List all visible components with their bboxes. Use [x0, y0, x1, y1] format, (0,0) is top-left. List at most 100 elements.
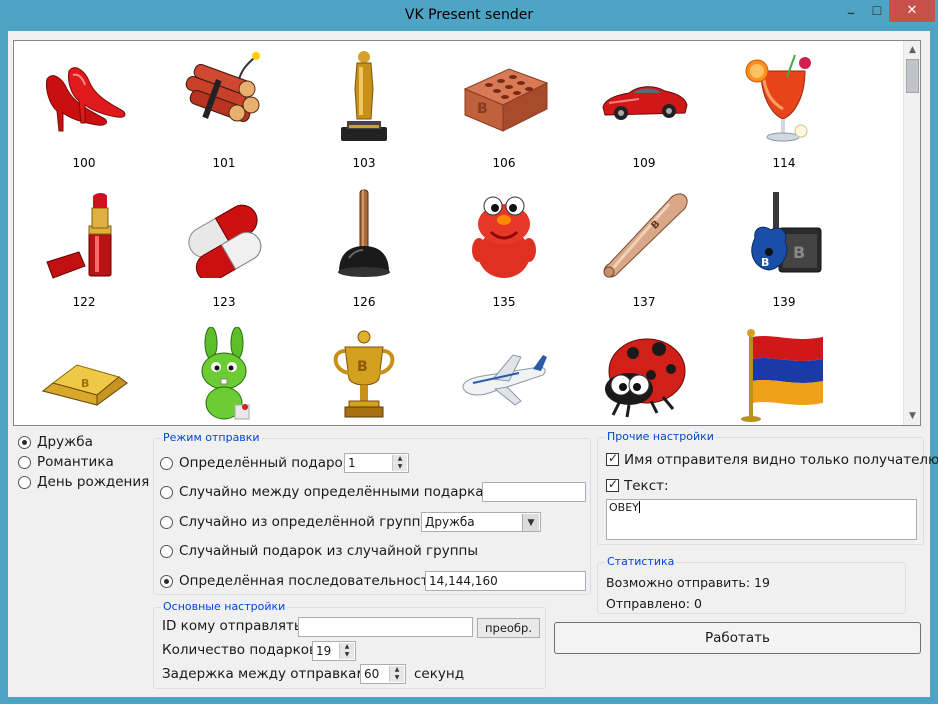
category-label: Дружба — [37, 434, 93, 450]
category-radio-birthday[interactable]: День рождения — [18, 473, 149, 491]
gift-item[interactable]: 122 — [34, 184, 134, 312]
spin-up-icon[interactable]: ▲ — [392, 455, 407, 463]
mode-label: Определённый подарок — [179, 455, 351, 471]
gift-item[interactable]: 103 — [314, 45, 414, 173]
delay-label: Задержка между отправками — [162, 666, 376, 682]
gift-id-label: 103 — [352, 156, 376, 170]
airplane-icon — [462, 354, 547, 406]
scroll-up-icon[interactable]: ▲ — [905, 42, 920, 58]
gift-count-label: Количество подарков — [162, 642, 317, 658]
spin-up-icon[interactable]: ▲ — [339, 643, 354, 651]
radio-button[interactable] — [160, 457, 173, 470]
recipient-id-input[interactable] — [298, 617, 473, 637]
green-bunny-icon — [201, 327, 250, 420]
red-heels-icon — [46, 67, 126, 132]
main-settings-legend: Основные настройки — [161, 600, 288, 613]
category-radio-romance[interactable]: Романтика — [18, 453, 138, 471]
maximize-button[interactable]: ☐ — [864, 0, 890, 22]
gift-count-stepper[interactable]: 19 ▲ ▼ — [312, 641, 356, 661]
scroll-thumb[interactable] — [906, 59, 919, 93]
radio-button[interactable] — [18, 456, 31, 469]
chevron-down-icon[interactable]: ▼ — [522, 514, 539, 531]
text-checkbox[interactable] — [606, 477, 619, 492]
maximize-icon: ☐ — [871, 4, 883, 18]
sent-stat: Отправлено: 0 — [606, 596, 702, 611]
spin-down-icon[interactable]: ▼ — [339, 651, 354, 659]
spin-buttons[interactable]: ▲ ▼ — [339, 643, 354, 659]
gold-cup-icon: B — [333, 330, 395, 418]
mode-specific-gift[interactable]: Определённый подарок — [160, 454, 351, 472]
gift-id-label: 122 — [72, 295, 96, 309]
gift-id-label: 109 — [632, 156, 656, 170]
armenian-flag-icon — [741, 329, 823, 422]
gift-item[interactable]: B — [34, 323, 134, 425]
delay-stepper[interactable]: 60 ▲ ▼ — [360, 664, 406, 684]
gift-id-label: 126 — [352, 295, 376, 309]
gift-item[interactable]: B 137 — [594, 184, 694, 312]
svg-text:B: B — [357, 359, 368, 375]
spin-up-icon[interactable]: ▲ — [389, 666, 404, 674]
mode-random-random-group[interactable]: Случайный подарок из случайной группы — [160, 542, 480, 560]
mode-sequence[interactable]: Определённая последовательность — [160, 572, 437, 590]
gift-item[interactable] — [594, 323, 694, 425]
spin-down-icon[interactable]: ▼ — [389, 674, 404, 682]
text-caret — [638, 501, 640, 513]
sender-visible-checkbox[interactable] — [606, 451, 619, 466]
gift-item[interactable] — [174, 323, 274, 425]
gift-item[interactable] — [734, 323, 834, 425]
sender-visible-label: Имя отправителя видно только получателю — [624, 452, 938, 468]
gift-list-scrollbar[interactable]: ▲ ▼ — [903, 41, 920, 425]
gift-list[interactable]: 100 101 103 B 106 109 114 122 123 126 13… — [13, 40, 921, 426]
radio-button[interactable] — [160, 516, 173, 529]
group-select[interactable]: Дружба ▼ — [421, 512, 541, 532]
convert-button[interactable]: преобр. — [477, 618, 540, 638]
dynamite-icon — [185, 52, 260, 122]
message-textarea[interactable]: OBEY — [606, 499, 917, 540]
gift-item[interactable]: 100 — [34, 45, 134, 173]
gift-item[interactable]: 109 — [594, 45, 694, 173]
pill-capsule-icon — [188, 204, 262, 278]
radio-button[interactable] — [18, 436, 31, 449]
gift-item[interactable]: 101 — [174, 45, 274, 173]
gift-number-stepper[interactable]: 1 ▲ ▼ — [344, 453, 409, 473]
gift-item[interactable] — [454, 323, 554, 425]
gift-id-label: 135 — [492, 295, 516, 309]
delay-unit-label: секунд — [414, 666, 465, 682]
gift-item[interactable]: 123 — [174, 184, 274, 312]
work-button[interactable]: Работать — [554, 622, 921, 654]
gift-item[interactable]: B B 139 — [734, 184, 834, 312]
mode-label: Случайный подарок из случайной группы — [179, 543, 479, 559]
spin-buttons[interactable]: ▲ ▼ — [389, 666, 404, 682]
sequence-input[interactable]: 14,144,160 — [425, 571, 586, 591]
mode-label: Случайно из определённой группы — [179, 514, 432, 530]
cocktail-icon — [745, 54, 811, 142]
ladybug-icon — [605, 338, 686, 418]
delay-value: 60 — [364, 667, 380, 681]
mode-label: Случайно между определёнными подарками — [179, 484, 503, 500]
radio-button[interactable] — [160, 575, 173, 588]
minimize-button[interactable]: _ — [838, 0, 864, 22]
spin-down-icon[interactable]: ▼ — [392, 463, 407, 471]
plunger-icon — [338, 189, 390, 277]
radio-button[interactable] — [160, 545, 173, 558]
gift-item[interactable]: 135 — [454, 184, 554, 312]
gold-bar-icon: B — [41, 364, 129, 406]
title-bar[interactable]: VK Present sender _ ☐ ✕ — [0, 0, 938, 32]
radio-button[interactable] — [160, 486, 173, 499]
gift-id-label: 114 — [772, 156, 796, 170]
close-icon: ✕ — [906, 3, 918, 18]
red-plush-monster-icon — [472, 196, 536, 278]
mode-random-from-group[interactable]: Случайно из определённой группы — [160, 513, 431, 531]
can-send-stat: Возможно отправить: 19 — [606, 575, 770, 590]
gift-item[interactable]: B 106 — [454, 45, 554, 173]
radio-button[interactable] — [18, 476, 31, 489]
gift-item[interactable]: 114 — [734, 45, 834, 173]
random-between-input[interactable] — [482, 482, 586, 502]
gift-item[interactable]: 126 — [314, 184, 414, 312]
mode-random-between[interactable]: Случайно между определёнными подарками — [160, 483, 502, 501]
close-button[interactable]: ✕ — [889, 0, 935, 22]
scroll-down-icon[interactable]: ▼ — [905, 408, 920, 424]
spin-buttons[interactable]: ▲ ▼ — [392, 455, 407, 471]
gift-item[interactable]: B — [314, 323, 414, 425]
category-radio-friendship[interactable]: Дружба — [18, 433, 138, 451]
